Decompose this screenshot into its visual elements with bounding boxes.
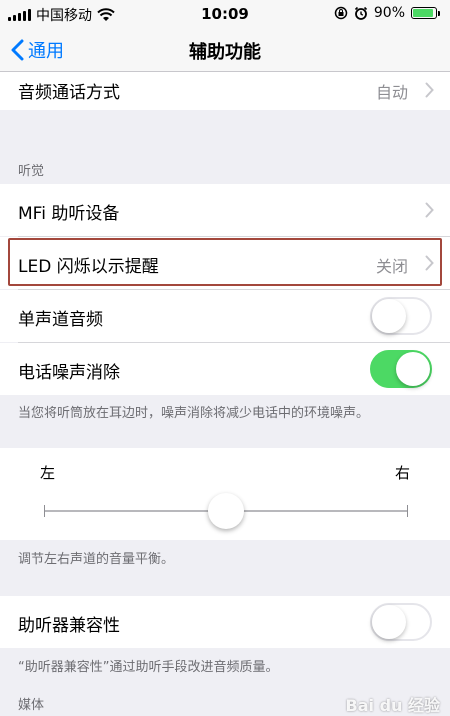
nav-bar: 通用 辅助功能 <box>0 28 450 72</box>
battery-percent: 90% <box>373 5 405 21</box>
slider-tick-right <box>407 505 408 517</box>
toggle-knob <box>372 299 406 333</box>
hac-toggle[interactable] <box>370 603 432 641</box>
highlight-box <box>8 238 442 286</box>
rotation-lock-icon <box>334 6 348 20</box>
toggle-knob <box>372 605 406 639</box>
status-right: 90% <box>334 5 440 21</box>
hac-note: “助听器兼容性”通过助听手段改进音频质量。 <box>18 660 279 675</box>
toggle-knob <box>396 352 430 386</box>
battery-icon <box>411 7 440 19</box>
chevron-right-icon <box>425 202 434 218</box>
balance-right-label: 右 <box>394 464 410 482</box>
mfi-label: MFi 助听设备 <box>18 204 120 224</box>
mono-audio-row: 单声道音频 <box>0 290 450 342</box>
noise-cancel-label: 电话噪声消除 <box>18 363 120 383</box>
status-bar: 中国移动 10:09 90% <box>0 0 450 28</box>
audio-call-value: 自动 <box>375 83 408 102</box>
media-section-header: 媒体 <box>18 698 45 713</box>
mono-audio-toggle[interactable] <box>370 297 432 335</box>
noise-cancel-row: 电话噪声消除 <box>0 343 450 395</box>
audio-call-label: 音频通话方式 <box>18 83 120 103</box>
balance-note: 调节左右声道的音量平衡。 <box>18 552 175 567</box>
hac-row: 助听器兼容性 <box>0 596 450 648</box>
noise-cancel-note: 当您将听筒放在耳边时，噪声消除将减少电话中的环境噪声。 <box>18 406 370 421</box>
audio-call-row[interactable]: 音频通话方式 自动 <box>0 72 450 110</box>
watermark-text: Bai du 经验 <box>345 696 440 715</box>
battery-fill <box>413 9 433 17</box>
hac-label: 助听器兼容性 <box>18 616 120 636</box>
noise-cancel-toggle[interactable] <box>370 350 432 388</box>
chevron-right-icon <box>425 82 434 98</box>
balance-left-label: 左 <box>40 464 56 482</box>
page-title: 辅助功能 <box>189 42 261 63</box>
hearing-section-header: 听觉 <box>18 164 45 179</box>
mfi-row[interactable]: MFi 助听设备 <box>0 184 450 236</box>
balance-slider-knob[interactable] <box>208 493 244 529</box>
mono-audio-label: 单声道音频 <box>18 310 103 330</box>
slider-tick-left <box>44 505 45 517</box>
alarm-icon <box>354 6 367 20</box>
